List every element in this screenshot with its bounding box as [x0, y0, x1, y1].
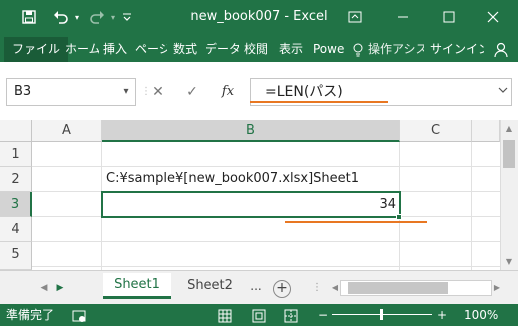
- ribbon-display-icon[interactable]: [340, 4, 370, 30]
- tab-page-layout[interactable]: ページ: [135, 37, 167, 62]
- worksheet-grid[interactable]: A B C 1 2 3 4 5 C:¥sample¥[new_book007.x…: [0, 120, 518, 270]
- more-sheets-button[interactable]: ...: [245, 273, 267, 299]
- fill-handle[interactable]: [396, 214, 402, 220]
- column-header-c[interactable]: C: [400, 120, 472, 142]
- vertical-scroll-thumb[interactable]: [503, 140, 515, 168]
- sheet-tab-sheet2[interactable]: Sheet2: [177, 273, 243, 299]
- expand-formula-bar-icon[interactable]: [494, 78, 512, 106]
- zoom-level[interactable]: 100%: [464, 306, 498, 324]
- cancel-icon[interactable]: ✕: [147, 78, 169, 106]
- gridline: [32, 241, 500, 242]
- normal-view-icon[interactable]: [218, 306, 236, 324]
- tab-power-pivot[interactable]: Powe: [313, 37, 345, 62]
- ribbon-tabs: ファイル ホーム 挿入 ページ 数式 データ 校閲 表示 Powe 操作アシス …: [0, 37, 518, 62]
- enter-icon[interactable]: ✓: [181, 78, 203, 106]
- row-header-4[interactable]: 4: [0, 217, 32, 242]
- name-box-dropdown-icon[interactable]: ▾: [118, 78, 134, 106]
- tab-formulas[interactable]: 数式: [173, 37, 199, 62]
- column-header-a[interactable]: A: [32, 120, 102, 142]
- person-icon[interactable]: [490, 37, 512, 62]
- sheet-tab-sheet1[interactable]: Sheet1: [103, 273, 171, 299]
- status-ready: 準備完了: [6, 308, 55, 322]
- scroll-up-icon[interactable]: ▲: [500, 122, 518, 136]
- select-all-corner[interactable]: [0, 120, 32, 142]
- scroll-left-icon[interactable]: ◀: [330, 280, 340, 296]
- cell-b3-value: 34: [379, 197, 396, 212]
- tab-review[interactable]: 校閲: [244, 37, 270, 62]
- result-highlight-underline: [285, 221, 427, 223]
- active-cell-b3[interactable]: 34: [101, 191, 401, 218]
- scroll-right-icon[interactable]: ▶: [492, 280, 502, 296]
- title-bar: ▾ ▾ new_book007 - Excel: [0, 0, 518, 37]
- sheet-nav-prev-icon[interactable]: ◀: [36, 280, 52, 296]
- sheet-nav-next-icon[interactable]: ▶: [52, 280, 68, 296]
- tell-me-box[interactable]: 操作アシス: [368, 37, 424, 62]
- lightbulb-icon[interactable]: [352, 37, 366, 62]
- row-header-2[interactable]: 2: [0, 167, 32, 192]
- column-header-b[interactable]: B: [102, 120, 400, 142]
- gridline: [471, 142, 472, 270]
- cell-b2[interactable]: C:¥sample¥[new_book007.xlsx]Sheet1: [106, 171, 359, 186]
- insert-function-icon[interactable]: fx: [216, 78, 240, 106]
- maximize-icon[interactable]: [434, 4, 464, 30]
- horizontal-scroll-thumb[interactable]: [348, 282, 448, 294]
- zoom-slider-thumb[interactable]: [380, 309, 383, 320]
- macro-record-icon[interactable]: [72, 306, 88, 324]
- page-layout-view-icon[interactable]: [252, 306, 270, 324]
- formula-bar-splitter[interactable]: ⋮: [141, 80, 151, 104]
- add-sheet-icon[interactable]: +: [273, 280, 291, 298]
- scroll-down-icon[interactable]: ▼: [500, 255, 518, 269]
- tab-file[interactable]: ファイル: [4, 37, 69, 62]
- zoom-in-button[interactable]: +: [437, 306, 447, 324]
- tab-view[interactable]: 表示: [279, 37, 305, 62]
- zoom-out-button[interactable]: −: [318, 306, 328, 324]
- gridline: [32, 166, 500, 167]
- tab-data[interactable]: データ: [205, 37, 239, 62]
- close-icon[interactable]: [478, 4, 508, 30]
- gridline: [32, 266, 500, 267]
- row-header-3[interactable]: 3: [0, 192, 32, 217]
- sign-in-link[interactable]: サインイン: [430, 37, 484, 62]
- formula-highlight-underline: [250, 101, 388, 103]
- row-header-1[interactable]: 1: [0, 142, 32, 167]
- minimize-icon[interactable]: [388, 4, 418, 30]
- row-header-5[interactable]: 5: [0, 242, 32, 270]
- tab-home[interactable]: ホーム: [65, 37, 99, 62]
- tab-splitter-icon[interactable]: ⋮: [305, 280, 329, 296]
- column-header-d[interactable]: [472, 120, 500, 142]
- tab-insert[interactable]: 挿入: [103, 37, 127, 62]
- page-break-view-icon[interactable]: [284, 306, 302, 324]
- name-box[interactable]: B3: [6, 78, 136, 106]
